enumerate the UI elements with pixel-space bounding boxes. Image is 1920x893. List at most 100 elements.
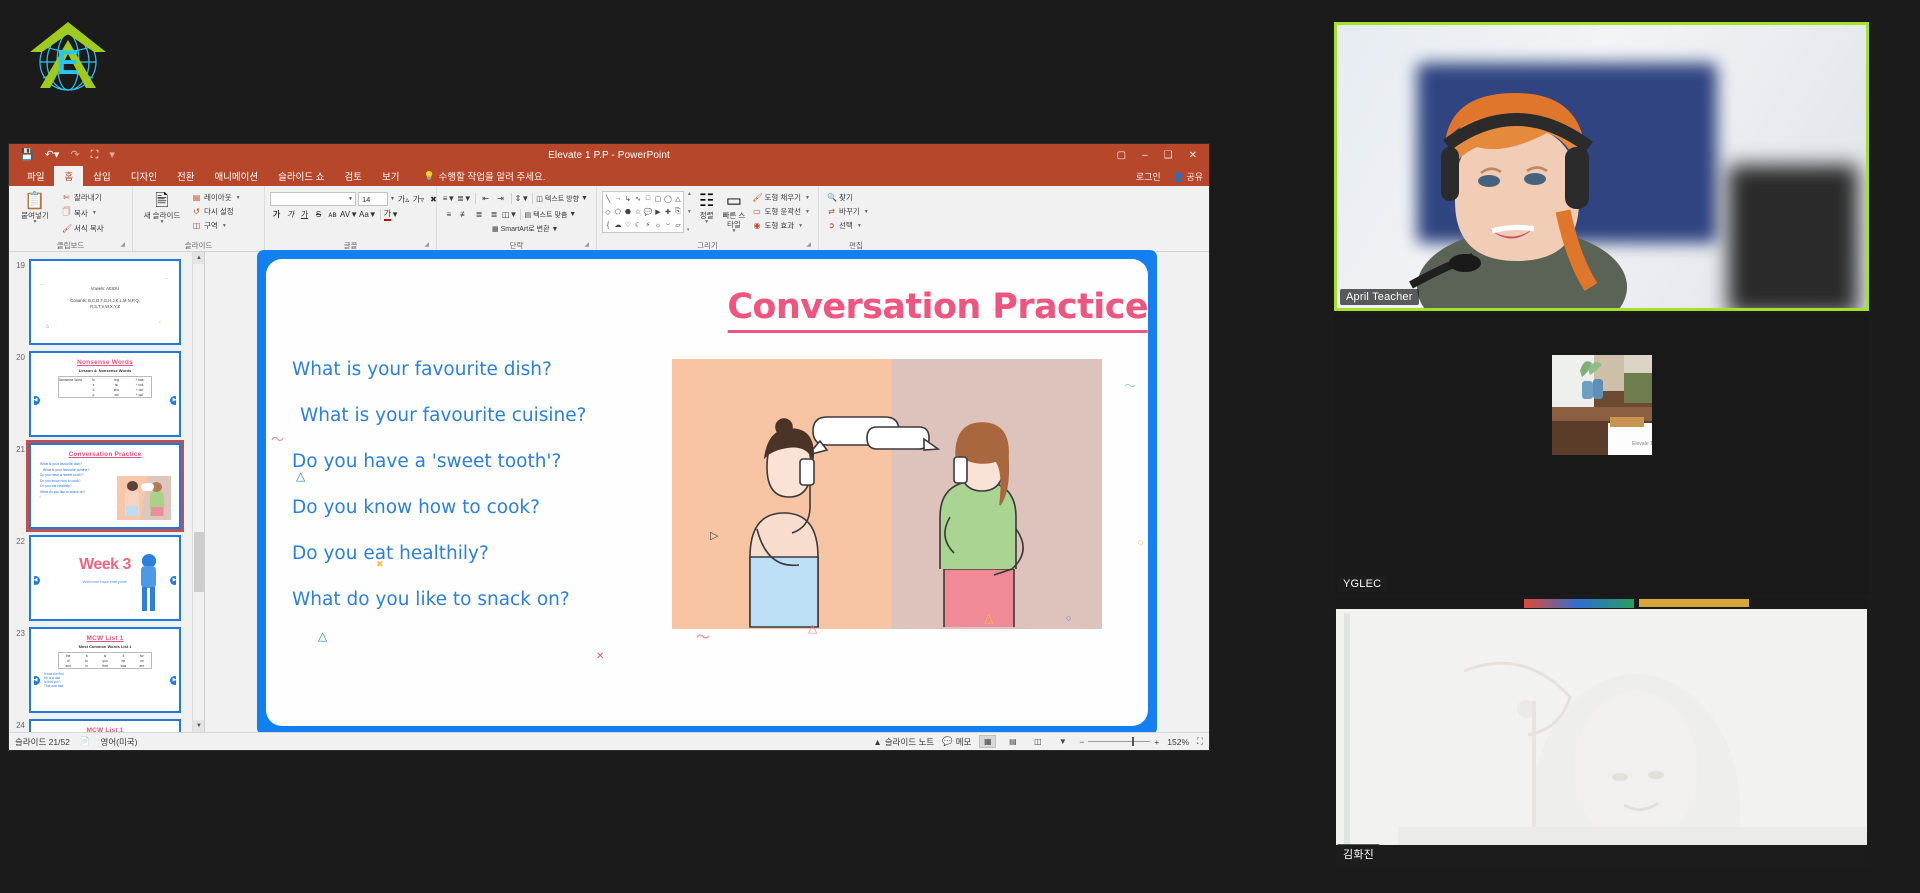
shape-callout-icon[interactable]: 💬	[644, 208, 653, 216]
zoom-in-button[interactable]: +	[1154, 737, 1159, 747]
align-text-button[interactable]: ▤ 텍스트 맞춤 ▼	[524, 210, 576, 220]
slide-thumbnail-23[interactable]: MCW List 1 Most Common Words List 1 the a…	[29, 627, 181, 713]
close-icon[interactable]: ✕	[1189, 150, 1197, 161]
shrink-font-button[interactable]: 가▿	[412, 193, 425, 206]
slide-sorter-view-button[interactable]: ▤	[1004, 735, 1021, 748]
normal-view-button[interactable]: ▦	[979, 735, 997, 748]
shape-bracket-icon[interactable]: {	[607, 222, 609, 229]
section-button[interactable]: ◫ 구역 ▼	[189, 219, 244, 232]
justify-button[interactable]: ≣	[487, 208, 501, 221]
shape-sun-icon[interactable]: ☼	[655, 222, 661, 229]
shape-dia-icon[interactable]: ◇	[605, 208, 610, 216]
reading-view-button[interactable]: ◫	[1029, 735, 1046, 748]
columns-button[interactable]: ◫▼	[502, 208, 517, 221]
slide-thumbnail-19[interactable]: Vowels: AEIOU Conants: B,C,D,F,G,H,J,K,L…	[29, 259, 181, 345]
slide-thumbnail-21-selected[interactable]: Conversation Practice What is your favou…	[26, 440, 184, 532]
increase-indent-button[interactable]: ⇥	[494, 192, 508, 205]
shape-plus-icon[interactable]: ✚	[665, 208, 671, 216]
shape-fill-button[interactable]: 🖌 도형 채우기 ▼	[749, 191, 813, 204]
reset-button[interactable]: ↺ 다시 설정	[189, 205, 244, 218]
spellcheck-icon[interactable]: 📄	[80, 736, 91, 747]
line-spacing-button[interactable]: ⇕▼	[515, 192, 530, 205]
shape-hexa-icon[interactable]: ⬣	[625, 208, 631, 216]
decrease-indent-button[interactable]: ⇤	[479, 192, 493, 205]
conversation-illustration[interactable]: ▷	[672, 358, 1102, 629]
current-slide[interactable]: Conversation Practice What is your favou…	[257, 249, 1157, 735]
text-direction-button[interactable]: ◫ 텍스트 방향 ▼	[536, 194, 588, 204]
tab-view[interactable]: 보기	[372, 166, 409, 186]
shape-heart-icon[interactable]: ♡	[625, 221, 631, 229]
comments-button[interactable]: 💬 메모	[942, 736, 971, 748]
replace-button[interactable]: ⇄ 바꾸기 ▼	[824, 205, 872, 218]
thumbnail-scrollbar[interactable]: ▲ ▼	[192, 252, 204, 732]
tell-me-box[interactable]: 💡 수행할 작업을 알려 주세요.	[409, 166, 545, 186]
shape-arc-icon[interactable]: ⌣	[666, 221, 671, 229]
shape-cloud-icon[interactable]: ☁	[614, 221, 621, 229]
paste-button[interactable]: 📋 붙여넣기 ▼	[14, 189, 56, 225]
gallery-down-icon[interactable]: ▼	[687, 209, 692, 215]
font-size-chevron-icon[interactable]: ▼	[390, 196, 395, 202]
slide-editing-area[interactable]: Conversation Practice What is your favou…	[205, 249, 1209, 735]
font-size-input[interactable]: 14	[358, 192, 388, 206]
signin-button[interactable]: 로그인	[1136, 170, 1161, 183]
shapes-gallery[interactable]: ╲ → ↳ ∿ □ ▢ ◯ △ ◇ ⬠ ⬣ ☆ 💬 ▶ ✚ ⎘ {☁ ♡ ☾ …	[602, 191, 684, 233]
underline-button[interactable]: 가	[298, 208, 311, 221]
shape-star-icon[interactable]: ☆	[635, 208, 641, 216]
layout-button[interactable]: ▤ 레이아웃 ▼	[189, 191, 244, 204]
strikethrough-button[interactable]: S	[312, 208, 325, 221]
scroll-up-icon[interactable]: ▲	[193, 252, 204, 264]
arrange-button[interactable]: ☷ 정렬 ▼	[695, 189, 719, 225]
language-label[interactable]: 영어(미국)	[101, 736, 138, 748]
dialog-launcher-icon[interactable]: ◢	[120, 240, 125, 251]
scrollbar-thumb[interactable]	[194, 532, 204, 592]
grow-font-button[interactable]: 가▵	[397, 193, 410, 206]
shape-effects-button[interactable]: ◉ 도형 효과 ▼	[749, 219, 813, 232]
shape-arrow-icon[interactable]: →	[614, 195, 621, 202]
slide-canvas[interactable]: Conversation Practice What is your favou…	[266, 258, 1148, 726]
font-name-input[interactable]: ▼	[270, 192, 356, 206]
share-button[interactable]: 👤 공유	[1173, 170, 1203, 183]
tab-insert[interactable]: 삽입	[83, 166, 120, 186]
notes-button[interactable]: ▲ 슬라이드 노트	[873, 736, 934, 748]
change-case-button[interactable]: Aa▼	[359, 208, 377, 221]
gallery-up-icon[interactable]: ▲	[687, 191, 692, 197]
shape-oval-icon[interactable]: ◯	[664, 195, 672, 203]
tab-file[interactable]: 파일	[17, 166, 54, 186]
question-list[interactable]: What is your favourite dish? What is you…	[292, 359, 664, 635]
align-left-button[interactable]: ≡	[442, 208, 456, 221]
video-tile-teacher[interactable]: April Teacher	[1334, 22, 1869, 311]
find-button[interactable]: 🔍 찾기	[824, 191, 872, 204]
bold-button[interactable]: 가	[270, 208, 283, 221]
video-tile-student[interactable]: 김화진	[1334, 599, 1869, 867]
bullets-button[interactable]: ≡▼	[442, 192, 456, 205]
numbering-button[interactable]: ≣▼	[457, 192, 472, 205]
zoom-knob[interactable]	[1132, 737, 1135, 746]
shape-tri-icon[interactable]: △	[675, 195, 680, 203]
shape-rect-icon[interactable]: □	[646, 195, 650, 202]
align-center-button[interactable]: ≢	[457, 208, 471, 221]
tab-slideshow[interactable]: 슬라이드 쇼	[268, 166, 334, 186]
copy-button[interactable]: 🗍 복사 ▼	[59, 205, 107, 221]
character-spacing-button[interactable]: AV▼	[340, 208, 358, 221]
shape-curve-icon[interactable]: ∿	[635, 195, 641, 203]
fit-slide-icon[interactable]: ⛶	[1197, 736, 1203, 747]
tab-animations[interactable]: 애니메이션	[204, 166, 268, 186]
tab-review[interactable]: 검토	[334, 166, 371, 186]
restore-icon[interactable]: ❑	[1164, 150, 1173, 161]
tab-home[interactable]: 홈	[54, 166, 84, 186]
align-right-button[interactable]: ≣	[472, 208, 486, 221]
shape-rounded-icon[interactable]: ▢	[655, 195, 662, 203]
shape-penta-icon[interactable]: ⬠	[615, 208, 621, 216]
shape-cyl-icon[interactable]: ⎘	[675, 208, 681, 216]
scroll-down-icon[interactable]: ▼	[193, 720, 204, 732]
gallery-more-icon[interactable]: ▾	[687, 227, 692, 233]
shape-bolt-icon[interactable]: ⚡	[645, 221, 650, 229]
font-color-button[interactable]: 가 ▼	[383, 208, 399, 221]
shape-flow-icon[interactable]: ▱	[675, 221, 680, 229]
convert-smartart-button[interactable]: ▦ SmartArt로 변환 ▼	[442, 224, 558, 234]
zoom-out-button[interactable]: −	[1079, 737, 1084, 747]
slide-thumbnail-22[interactable]: Week 3 Welcome back everyone! ◀ ▶	[29, 535, 181, 621]
shape-elbow-icon[interactable]: ↳	[625, 195, 631, 203]
shape-moon-icon[interactable]: ☾	[635, 221, 641, 229]
ribbon-display-icon[interactable]: ▢	[1117, 150, 1126, 161]
